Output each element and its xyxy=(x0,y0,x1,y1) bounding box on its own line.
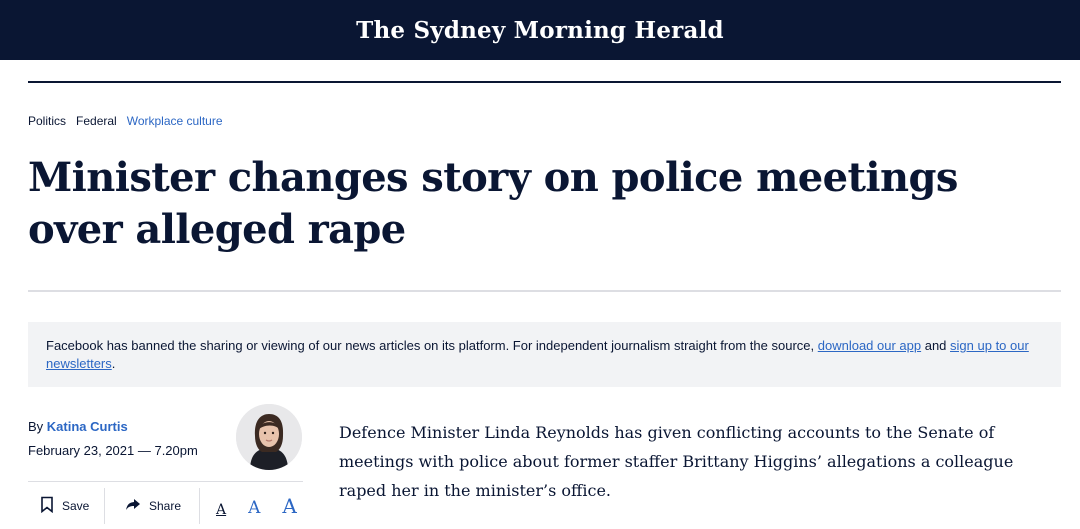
byline: By Katina Curtis xyxy=(28,419,128,434)
author-avatar[interactable] xyxy=(236,404,302,470)
mid-rule xyxy=(28,290,1061,292)
breadcrumb: Politics Federal Workplace culture xyxy=(28,114,223,128)
notice-text-before: Facebook has banned the sharing or viewi… xyxy=(46,338,818,353)
top-rule xyxy=(28,81,1061,83)
author-link[interactable]: Katina Curtis xyxy=(47,419,128,434)
font-size-large-button[interactable]: A xyxy=(282,494,296,518)
masthead-logo-link[interactable]: The Sydney Morning Herald xyxy=(356,17,724,44)
byline-prefix: By xyxy=(28,419,47,434)
save-button[interactable]: Save xyxy=(28,488,104,524)
article-tools: Save Share A A A xyxy=(28,481,303,529)
notice-text-middle: and xyxy=(921,338,951,353)
article-first-paragraph: Defence Minister Linda Reynolds has give… xyxy=(339,423,1014,500)
share-arrow-icon xyxy=(125,498,141,514)
share-label: Share xyxy=(149,498,182,513)
breadcrumb-politics[interactable]: Politics xyxy=(28,114,66,128)
breadcrumb-federal[interactable]: Federal xyxy=(76,114,117,128)
font-size-medium-button[interactable]: A xyxy=(248,498,260,518)
bookmark-icon xyxy=(40,496,54,516)
masthead: The Sydney Morning Herald xyxy=(0,0,1080,60)
save-label: Save xyxy=(62,498,90,513)
headline: Minister changes story on police meeting… xyxy=(28,154,958,253)
font-size-controls: A A A xyxy=(200,494,297,518)
font-size-small-button[interactable]: A xyxy=(216,502,226,518)
facebook-notice: Facebook has banned the sharing or viewi… xyxy=(28,322,1061,387)
publish-date: February 23, 2021 — 7.20pm xyxy=(28,443,198,458)
share-button[interactable]: Share xyxy=(104,487,199,524)
notice-text-after: . xyxy=(111,356,116,371)
breadcrumb-workplace-culture[interactable]: Workplace culture xyxy=(127,114,223,128)
download-app-link[interactable]: download our app xyxy=(818,338,921,353)
